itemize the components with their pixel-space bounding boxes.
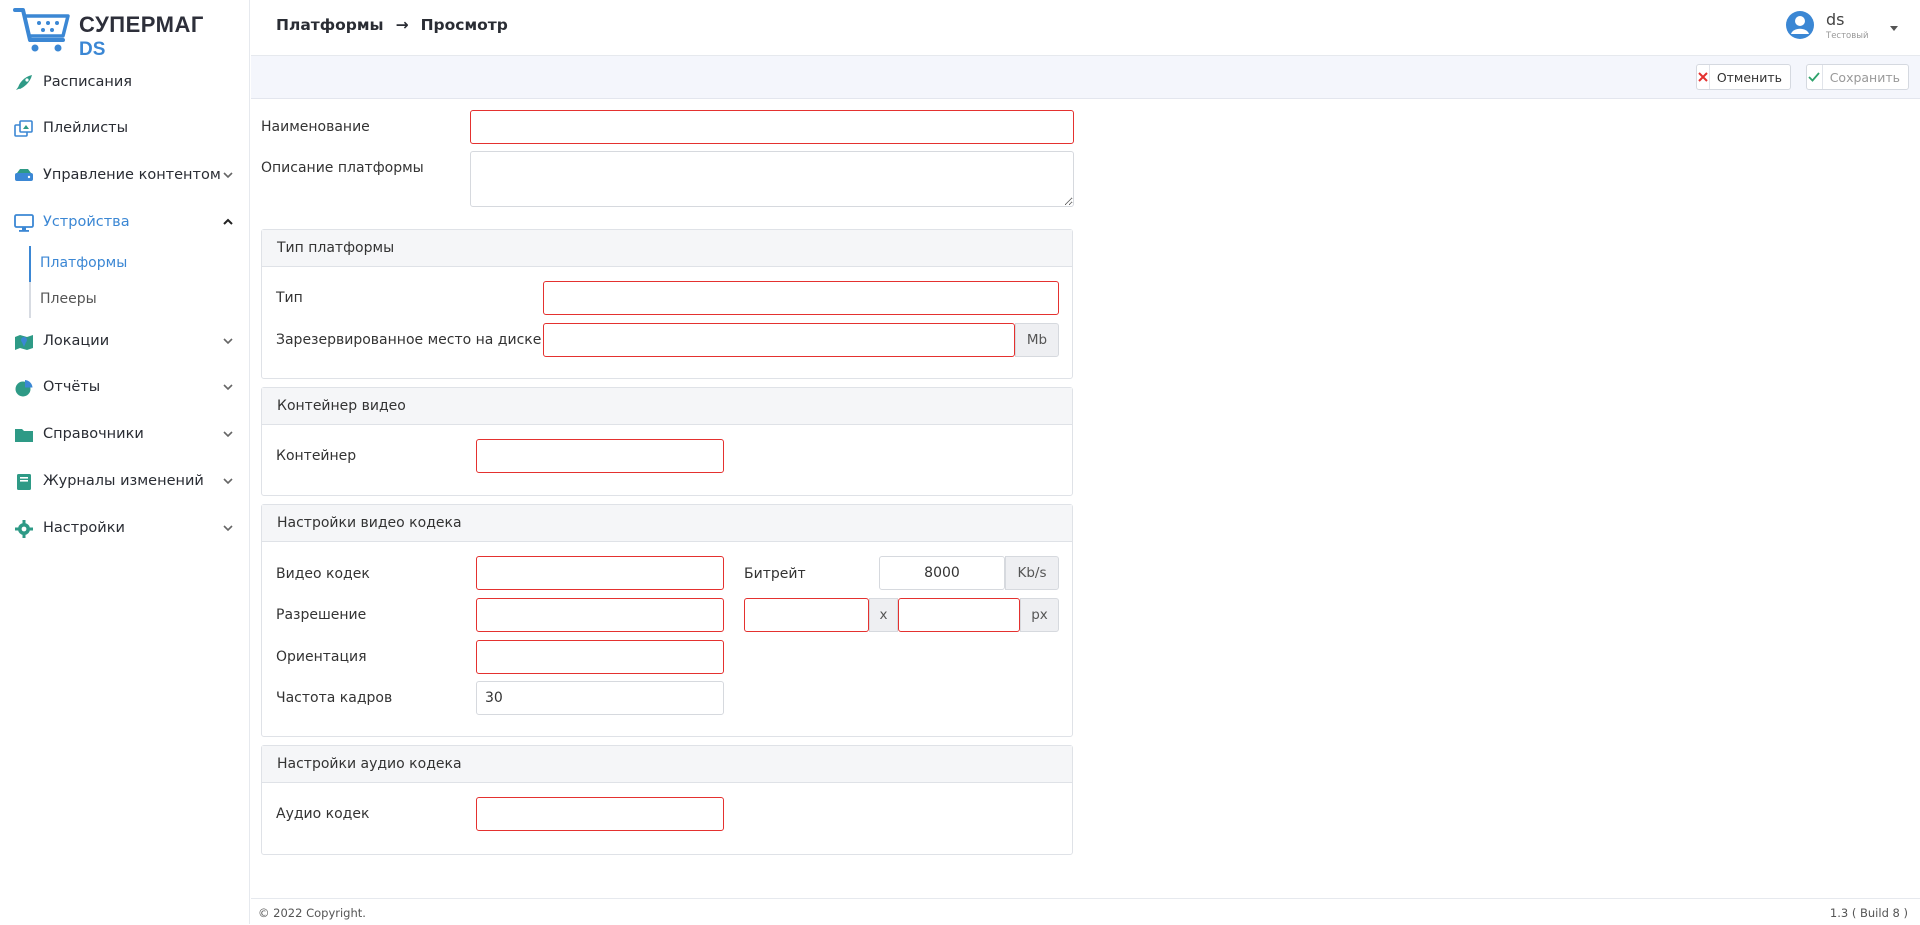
brand-name: СУПЕРМАГ DS — [79, 12, 204, 60]
sidebar-item-label: Настройки — [43, 520, 125, 536]
sidebar-item-label: Журналы изменений — [43, 473, 204, 489]
bitrate-input[interactable] — [879, 556, 1005, 590]
user-role: Тестовый — [1826, 31, 1869, 41]
type-input[interactable] — [543, 281, 1059, 315]
book-icon — [17, 474, 31, 490]
container-label: Контейнер — [276, 448, 357, 464]
sidebar: СУПЕРМАГ DS Расписания Плейлисты Управле… — [0, 0, 250, 924]
container-input[interactable] — [476, 439, 724, 473]
sidebar-item-label: Отчёты — [43, 379, 101, 395]
playlist-icon — [14, 120, 33, 137]
sidebar-item-label: Справочники — [43, 426, 144, 442]
submenu-line — [29, 282, 31, 318]
orientation-label: Ориентация — [276, 649, 367, 665]
width-input[interactable] — [744, 598, 869, 632]
chevron-down-icon — [223, 172, 233, 179]
brand-line1: СУПЕРМАГ — [79, 12, 204, 37]
close-icon — [1697, 65, 1710, 89]
times-addon: x — [869, 598, 898, 632]
chevron-up-icon — [223, 218, 233, 225]
save-label: Сохранить — [1829, 69, 1900, 85]
cancel-label: Отменить — [1716, 69, 1782, 85]
video-codec-input[interactable] — [476, 556, 724, 590]
breadcrumb: Платформы → Просмотр — [276, 16, 508, 34]
height-input[interactable] — [898, 598, 1020, 632]
caret-down-icon — [1890, 26, 1898, 31]
gear-icon — [15, 520, 33, 538]
video-codec-label: Видео кодек — [276, 566, 370, 582]
sidebar-item-label: Расписания — [43, 74, 132, 90]
audio-codec-label: Аудио кодек — [276, 806, 370, 822]
orientation-input[interactable] — [476, 640, 724, 674]
name-input[interactable] — [470, 110, 1074, 144]
copyright-text: © 2022 Copyright. — [258, 906, 366, 920]
description-textarea[interactable] — [470, 151, 1074, 207]
action-bar: Отменить Сохранить — [251, 56, 1920, 99]
breadcrumb-page: Просмотр — [420, 16, 508, 34]
framerate-input[interactable] — [476, 681, 724, 715]
sidebar-item-directories[interactable]: Справочники — [0, 417, 250, 453]
resolution-input[interactable] — [476, 598, 724, 632]
chevron-down-icon — [223, 431, 233, 438]
version-text: 1.3 ( Build 8 ) — [1829, 906, 1908, 920]
folder-icon — [15, 429, 33, 442]
sidebar-item-label: Управление контентом — [43, 167, 221, 183]
sidebar-subitem-players[interactable]: Плееры — [40, 291, 97, 307]
chevron-down-icon — [223, 525, 233, 532]
breadcrumb-section[interactable]: Платформы — [276, 16, 384, 34]
cart-icon — [13, 8, 70, 52]
description-label: Описание платформы — [261, 160, 424, 176]
rocket-icon — [16, 75, 32, 90]
sidebar-item-playlists[interactable]: Плейлисты — [0, 111, 250, 147]
panel-title: Контейнер видео — [262, 388, 1072, 425]
chevron-down-icon — [223, 338, 233, 345]
px-unit-addon: px — [1020, 598, 1059, 632]
resolution-label: Разрешение — [276, 607, 367, 623]
server-icon — [15, 169, 33, 181]
brand-line2: DS — [79, 39, 106, 60]
type-label: Тип — [276, 290, 303, 306]
submenu-indicator — [29, 246, 31, 282]
disk-unit-addon: Mb — [1015, 323, 1059, 357]
sidebar-item-label: Плейлисты — [43, 120, 129, 136]
bitrate-label: Битрейт — [744, 566, 806, 582]
name-label: Наименование — [261, 119, 370, 135]
pie-chart-icon — [15, 380, 33, 397]
brand-logo[interactable]: СУПЕРМАГ DS — [13, 6, 213, 60]
sidebar-item-label: Устройства — [43, 214, 130, 230]
breadcrumb-arrow: → — [395, 16, 409, 34]
sidebar-item-locations[interactable]: Локации — [0, 324, 250, 360]
sidebar-item-reports[interactable]: Отчёты — [0, 370, 250, 406]
audio-codec-input[interactable] — [476, 797, 724, 831]
top-bar: Платформы → Просмотр ds Тестовый — [251, 0, 1920, 56]
disk-space-label: Зарезервированное место на диске — [276, 332, 542, 348]
user-name: ds — [1826, 10, 1845, 29]
sidebar-item-schedules[interactable]: Расписания — [0, 65, 250, 101]
framerate-label: Частота кадров — [276, 690, 393, 706]
sidebar-item-changelogs[interactable]: Журналы изменений — [0, 464, 250, 500]
panel-title: Тип платформы — [262, 230, 1072, 267]
panel-title: Настройки аудио кодека — [262, 746, 1072, 783]
chevron-down-icon — [223, 384, 233, 391]
monitor-icon — [14, 214, 34, 232]
panel-title: Настройки видео кодека — [262, 505, 1072, 542]
sidebar-item-content[interactable]: Управление контентом — [0, 158, 250, 194]
save-button[interactable]: Сохранить — [1806, 64, 1909, 90]
bitrate-unit-addon: Kb/s — [1005, 556, 1059, 590]
check-icon — [1807, 65, 1823, 89]
sidebar-subitem-platforms[interactable]: Платформы — [40, 255, 127, 271]
footer: © 2022 Copyright. 1.3 ( Build 8 ) — [251, 898, 1920, 925]
sidebar-item-devices[interactable]: Устройства — [0, 205, 250, 241]
user-menu[interactable]: ds Тестовый — [1785, 10, 1900, 46]
cancel-button[interactable]: Отменить — [1696, 64, 1791, 90]
avatar-icon — [1786, 11, 1814, 39]
map-icon — [15, 335, 33, 350]
sidebar-item-settings[interactable]: Настройки — [0, 511, 250, 547]
sidebar-item-label: Локации — [43, 333, 110, 349]
disk-space-input[interactable] — [543, 323, 1015, 357]
chevron-down-icon — [223, 478, 233, 485]
